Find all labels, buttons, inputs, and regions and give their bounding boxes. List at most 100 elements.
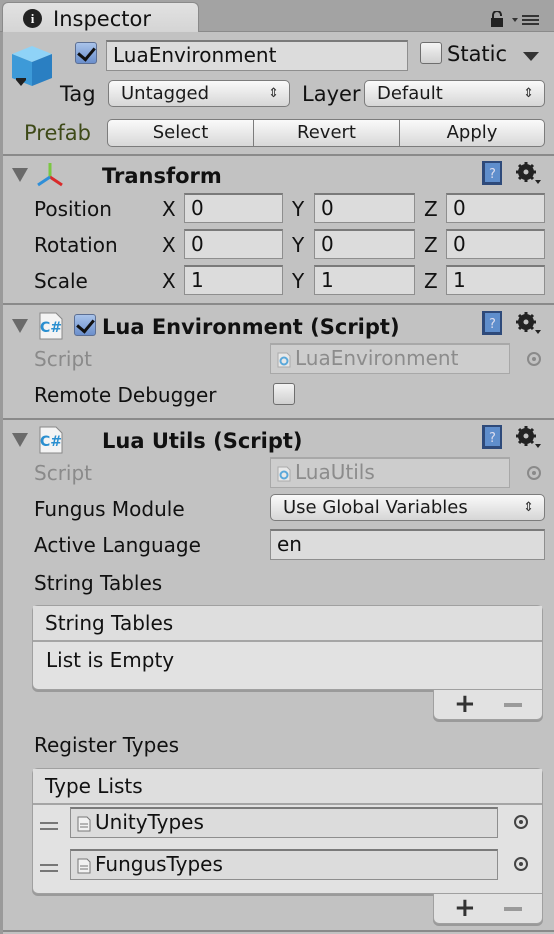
transform-axes-icon [37,163,63,187]
help-book-icon[interactable]: ? [480,424,504,450]
script-label: Script [34,461,93,485]
lua-environment-foldout-icon[interactable] [12,319,28,333]
fungus-module-value: Use Global Variables [283,497,468,518]
scale-z-input[interactable]: 1 [446,265,545,295]
fungus-module-dropdown[interactable]: Use Global Variables ⇕ [270,494,545,521]
tab-label: Inspector [53,7,151,31]
rotation-y-label[interactable]: Y [292,233,304,257]
static-dropdown-icon[interactable] [522,50,540,62]
rotation-x-input[interactable]: 0 [184,229,283,259]
svg-text:C#: C# [40,320,62,336]
help-book-icon[interactable]: ? [480,160,504,186]
remove-item-button[interactable] [504,703,522,707]
add-item-button[interactable]: + [454,895,476,921]
static-checkbox[interactable] [420,42,442,64]
rotation-y-input[interactable]: 0 [314,229,415,259]
rotation-z-label[interactable]: Z [424,233,438,257]
object-picker-icon[interactable] [527,352,541,366]
text-asset-icon [77,858,91,873]
script-value: LuaEnvironment [295,346,459,370]
rotation-x-label[interactable]: X [162,233,176,257]
object-picker-icon[interactable] [514,815,528,829]
script-value: LuaUtils [295,460,375,484]
scale-y-label[interactable]: Y [292,269,304,293]
lock-icon[interactable] [490,11,504,27]
drag-handle[interactable] [40,864,58,872]
separator [3,154,554,156]
prefab-apply-button[interactable]: Apply [399,119,545,147]
lua-environment-script-field: LuaEnvironment [270,343,510,374]
separator [3,930,554,932]
type-list-item-value: FungusTypes [95,852,223,876]
gear-icon[interactable] [516,426,542,450]
active-checkbox[interactable] [75,42,97,64]
svg-text:C#: C# [40,434,62,450]
scale-y-input[interactable]: 1 [314,265,415,295]
position-z-label[interactable]: Z [424,197,438,221]
remote-debugger-checkbox[interactable] [273,383,295,405]
object-picker-icon[interactable] [514,857,528,871]
csharp-script-icon: C# [39,312,63,340]
tag-dropdown[interactable]: Untagged ⇕ [108,80,290,107]
active-language-input[interactable]: en [270,529,545,560]
prefab-revert-button[interactable]: Revert [253,119,400,147]
type-list-item-field[interactable]: UnityTypes [70,807,498,838]
string-tables-label: String Tables [34,571,163,595]
register-types-label: Register Types [34,733,180,757]
separator [3,303,554,305]
updown-arrows-icon: ⇕ [523,500,534,515]
separator [3,418,554,420]
list-empty-text: List is Empty [46,648,175,672]
script-file-icon [277,352,291,367]
object-picker-icon[interactable] [527,466,541,480]
fungus-module-label: Fungus Module [34,497,185,521]
type-lists-list-header: Type Lists [33,769,542,805]
position-label: Position [34,197,112,221]
type-list-item-value: UnityTypes [95,810,204,834]
tab-bar: i Inspector [0,0,554,33]
scale-x-label[interactable]: X [162,269,176,293]
gear-icon[interactable] [516,312,542,336]
position-y-input[interactable]: 0 [314,193,415,223]
svg-text:?: ? [489,317,496,332]
gear-icon[interactable] [516,162,542,186]
drag-handle[interactable] [40,822,58,830]
transform-foldout-icon[interactable] [12,168,28,182]
lua-utils-foldout-icon[interactable] [12,433,28,447]
svg-text:?: ? [489,431,496,446]
transform-title[interactable]: Transform [102,164,222,188]
gameobject-name-input[interactable]: LuaEnvironment [106,40,408,71]
script-label: Script [34,347,93,371]
type-lists-footer: + [433,894,543,924]
position-x-label[interactable]: X [162,197,176,221]
tag-value: Untagged [121,83,210,104]
position-x-input[interactable]: 0 [184,193,283,223]
position-y-label[interactable]: Y [292,197,304,221]
string-tables-list: String Tables List is Empty [32,605,543,690]
add-item-button[interactable]: + [454,691,476,717]
gameobject-cube-icon[interactable] [8,40,56,92]
static-label: Static [447,42,508,66]
lua-utils-title[interactable]: Lua Utils (Script) [102,429,303,453]
layer-dropdown[interactable]: Default ⇕ [364,80,545,107]
position-z-input[interactable]: 0 [446,193,545,223]
updown-arrows-icon: ⇕ [268,86,279,101]
tab-menu-icon[interactable] [512,14,540,26]
string-tables-footer: + [433,690,543,720]
prefab-select-button[interactable]: Select [107,119,254,147]
csharp-script-icon: C# [39,426,63,454]
active-language-label: Active Language [34,533,201,557]
rotation-z-input[interactable]: 0 [446,229,545,259]
updown-arrows-icon: ⇕ [523,86,534,101]
type-list-item-field[interactable]: FungusTypes [70,849,498,880]
lua-utils-script-field: LuaUtils [270,457,510,488]
scale-z-label[interactable]: Z [424,269,438,293]
remote-debugger-label: Remote Debugger [34,383,217,407]
lua-environment-title[interactable]: Lua Environment (Script) [102,315,400,339]
help-book-icon[interactable]: ? [480,310,504,336]
remove-item-button[interactable] [504,907,522,911]
scale-x-input[interactable]: 1 [184,265,283,295]
tab-inspector[interactable]: i Inspector [2,2,199,33]
lua-environment-enabled-checkbox[interactable] [74,314,96,336]
rotation-label: Rotation [34,233,118,257]
